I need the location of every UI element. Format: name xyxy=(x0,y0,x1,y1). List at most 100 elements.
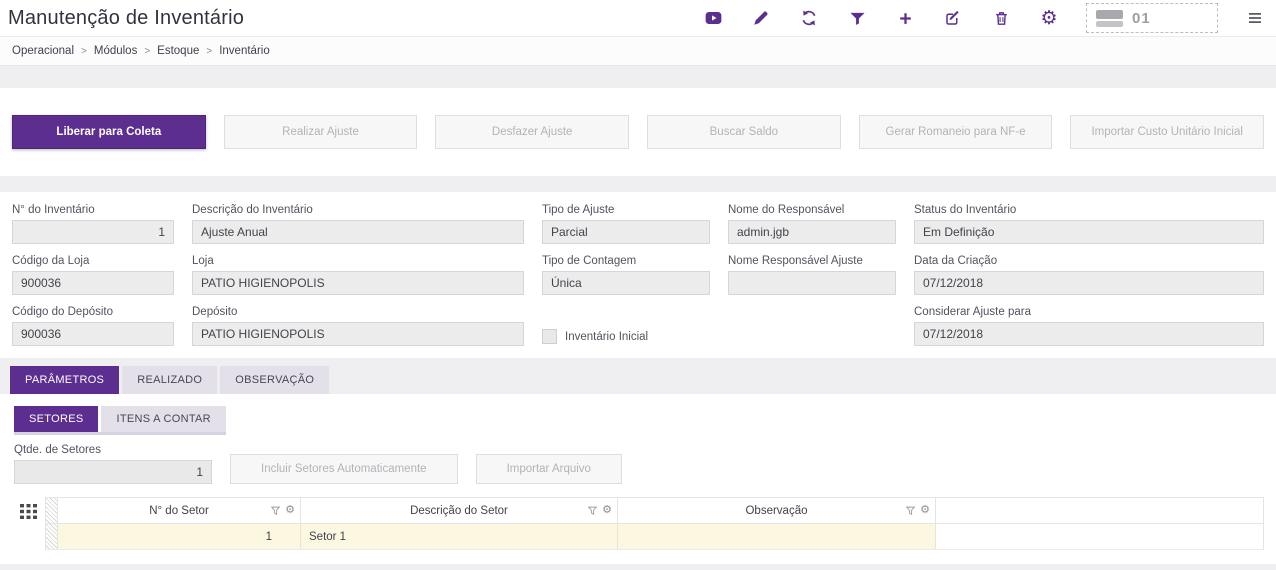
data-criacao-label: Data da Criação xyxy=(914,255,1264,267)
page-title: Manutenção de Inventário xyxy=(8,7,244,30)
deposito-input[interactable]: PATIO HIGIENOPOLIS xyxy=(192,322,524,346)
setores-table: N° do Setor ⚙ Descrição do Setor ⚙ xyxy=(45,497,1264,550)
field-deposito: Depósito PATIO HIGIENOPOLIS xyxy=(192,306,524,346)
inventario-inicial-checkbox[interactable] xyxy=(542,329,557,344)
refresh-icon[interactable] xyxy=(798,7,820,29)
column-settings-icon[interactable]: ⚙ xyxy=(602,505,612,516)
form-grid: N° do Inventário 1 Descrição do Inventár… xyxy=(12,204,1264,346)
edit-icon[interactable] xyxy=(942,7,964,29)
tab-observacao[interactable]: OBSERVAÇÃO xyxy=(220,366,329,394)
menu-icon[interactable] xyxy=(1244,7,1266,29)
status-inventario-label: Status do Inventário xyxy=(914,204,1264,216)
breadcrumb-operacional[interactable]: Operacional xyxy=(12,45,74,57)
nome-responsavel-input[interactable]: admin.jgb xyxy=(728,220,896,244)
toolbar: ⚙ 01 xyxy=(702,3,1266,33)
breadcrumb-inventario[interactable]: Inventário xyxy=(219,45,270,57)
cell-numero-setor[interactable]: 1 xyxy=(58,524,301,549)
nome-responsavel-label: Nome do Responsável xyxy=(728,204,896,216)
codigo-loja-label: Código da Loja xyxy=(12,255,174,267)
records-icon xyxy=(1096,10,1123,27)
row-selector-cell[interactable] xyxy=(46,524,58,549)
inventory-maintenance-page: Manutenção de Inventário ⚙ xyxy=(0,0,1276,564)
field-considerar-ajuste: Considerar Ajuste para 07/12/2018 xyxy=(914,306,1264,346)
tipo-ajuste-label: Tipo de Ajuste xyxy=(542,204,710,216)
field-nome-responsavel: Nome do Responsável admin.jgb xyxy=(728,204,896,244)
considerar-ajuste-input[interactable]: 07/12/2018 xyxy=(914,322,1264,346)
cell-descricao-setor[interactable]: Setor 1 xyxy=(301,524,618,549)
nome-responsavel-ajuste-input[interactable] xyxy=(728,271,896,295)
add-icon[interactable] xyxy=(894,7,916,29)
numero-inventario-label: N° do Inventário xyxy=(12,204,174,216)
pen-icon[interactable] xyxy=(750,7,772,29)
realizar-ajuste-button[interactable]: Realizar Ajuste xyxy=(224,115,418,149)
breadcrumb: Operacional > Módulos > Estoque > Invent… xyxy=(0,36,1276,66)
column-filter-icon[interactable] xyxy=(906,506,915,515)
field-tipo-contagem: Tipo de Contagem Única xyxy=(542,255,710,295)
numero-inventario-input[interactable]: 1 xyxy=(12,220,174,244)
video-icon[interactable] xyxy=(702,7,724,29)
breadcrumb-modulos[interactable]: Módulos xyxy=(94,45,137,57)
column-filter-icon[interactable] xyxy=(588,506,597,515)
deposito-label: Depósito xyxy=(192,306,524,318)
table-row[interactable]: 1 Setor 1 xyxy=(46,524,1263,550)
field-tipo-ajuste: Tipo de Ajuste Parcial xyxy=(542,204,710,244)
column-title: Observação xyxy=(745,505,807,517)
qtde-setores-input[interactable]: 1 xyxy=(14,460,212,484)
cell-observacao[interactable] xyxy=(618,524,936,549)
top-header: Manutenção de Inventário ⚙ xyxy=(0,0,1276,36)
qtde-setores-label: Qtde. de Setores xyxy=(14,444,212,456)
importar-custo-button[interactable]: Importar Custo Unitário Inicial xyxy=(1070,115,1264,149)
breadcrumb-separator: > xyxy=(206,46,212,57)
cell-filler xyxy=(936,524,1263,549)
importar-arquivo-button[interactable]: Importar Arquivo xyxy=(476,454,622,484)
buscar-saldo-button[interactable]: Buscar Saldo xyxy=(647,115,841,149)
incluir-setores-automaticamente-button[interactable]: Incluir Setores Automaticamente xyxy=(230,454,458,484)
subtab-itens-a-contar[interactable]: ITENS A CONTAR xyxy=(101,406,225,432)
loja-label: Loja xyxy=(192,255,524,267)
liberar-para-coleta-button[interactable]: Liberar para Coleta xyxy=(12,115,206,149)
loja-input[interactable]: PATIO HIGIENOPOLIS xyxy=(192,271,524,295)
descricao-inventario-input[interactable]: Ajuste Anual xyxy=(192,220,524,244)
column-header-filler xyxy=(936,498,1263,523)
column-settings-icon[interactable]: ⚙ xyxy=(920,505,930,516)
column-title: N° do Setor xyxy=(149,505,209,517)
codigo-loja-input[interactable]: 900036 xyxy=(12,271,174,295)
field-codigo-loja: Código da Loja 900036 xyxy=(12,255,174,295)
field-loja: Loja PATIO HIGIENOPOLIS xyxy=(192,255,524,295)
column-title: Descrição do Setor xyxy=(410,505,508,517)
tipo-ajuste-input[interactable]: Parcial xyxy=(542,220,710,244)
main-tabs: PARÂMETROS REALIZADO OBSERVAÇÃO xyxy=(0,366,1276,394)
field-numero-inventario: N° do Inventário 1 xyxy=(12,204,174,244)
status-inventario-input[interactable]: Em Definição xyxy=(914,220,1264,244)
field-nome-responsavel-ajuste: Nome Responsável Ajuste xyxy=(728,255,896,295)
column-header-descricao-setor[interactable]: Descrição do Setor ⚙ xyxy=(301,498,618,523)
column-header-observacao[interactable]: Observação ⚙ xyxy=(618,498,936,523)
breadcrumb-estoque[interactable]: Estoque xyxy=(157,45,199,57)
actions-panel: Liberar para Coleta Realizar Ajuste Desf… xyxy=(0,88,1276,176)
tipo-contagem-input[interactable]: Única xyxy=(542,271,710,295)
nome-responsavel-ajuste-label: Nome Responsável Ajuste xyxy=(728,255,896,267)
grid-menu-icon[interactable] xyxy=(12,497,45,550)
filter-icon[interactable] xyxy=(846,7,868,29)
field-status-inventario: Status do Inventário Em Definição xyxy=(914,204,1264,244)
subtab-setores[interactable]: SETORES xyxy=(14,406,98,432)
desfazer-ajuste-button[interactable]: Desfazer Ajuste xyxy=(435,115,629,149)
sectors-toolbar: Qtde. de Setores 1 Incluir Setores Autom… xyxy=(12,444,1264,484)
tab-realizado[interactable]: REALIZADO xyxy=(122,366,217,394)
field-qtde-setores: Qtde. de Setores 1 xyxy=(14,444,212,484)
gerar-romaneio-button[interactable]: Gerar Romaneio para NF-e xyxy=(859,115,1053,149)
codigo-deposito-input[interactable]: 900036 xyxy=(12,322,174,346)
column-header-numero-setor[interactable]: N° do Setor ⚙ xyxy=(58,498,301,523)
column-filter-icon[interactable] xyxy=(271,506,280,515)
field-inventario-inicial: Inventário Inicial xyxy=(542,306,710,346)
sub-tabs: SETORES ITENS A CONTAR xyxy=(14,406,226,435)
field-empty-spacer xyxy=(728,306,896,346)
codigo-deposito-label: Código do Depósito xyxy=(12,306,174,318)
delete-icon[interactable] xyxy=(990,7,1012,29)
settings-icon[interactable]: ⚙ xyxy=(1038,7,1060,29)
parametros-content: SETORES ITENS A CONTAR Qtde. de Setores … xyxy=(0,394,1276,564)
sectors-grid-area: N° do Setor ⚙ Descrição do Setor ⚙ xyxy=(12,497,1264,550)
tab-parametros[interactable]: PARÂMETROS xyxy=(10,366,119,394)
data-criacao-input[interactable]: 07/12/2018 xyxy=(914,271,1264,295)
column-settings-icon[interactable]: ⚙ xyxy=(285,505,295,516)
